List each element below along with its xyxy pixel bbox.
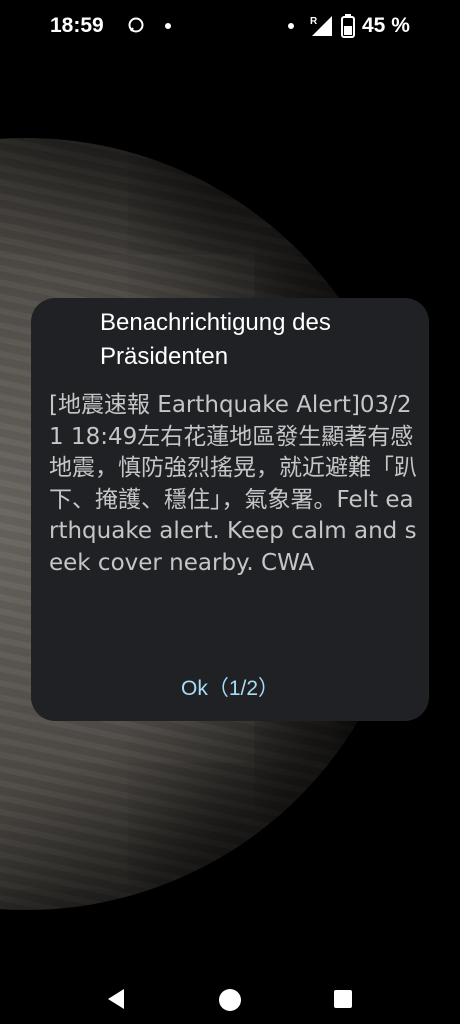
signal-icon: R	[310, 16, 332, 36]
status-bar: 18:59 R 45 %	[0, 0, 460, 52]
home-icon[interactable]	[219, 989, 241, 1011]
back-icon[interactable]	[106, 988, 126, 1010]
presidential-alert-dialog: Benachrichtigung des Präsidenten [地震速報 E…	[31, 298, 429, 721]
dialog-message: [地震速報 Earthquake Alert]03/21 18:49左右花蓮地區…	[49, 392, 417, 576]
ok-button[interactable]: Ok（1/2）	[31, 672, 429, 702]
status-time: 18:59	[50, 14, 104, 37]
battery-icon	[341, 14, 355, 38]
navigation-bar	[0, 964, 460, 1024]
recents-icon[interactable]	[334, 990, 352, 1008]
battery-percentage: 45 %	[362, 14, 410, 37]
notification-dot-icon	[288, 23, 294, 29]
message-icon	[128, 17, 144, 33]
dialog-title: Benachrichtigung des Präsidenten	[100, 309, 331, 370]
screen: 18:59 R 45 % Benachrichtigung des Präsid…	[0, 0, 460, 1024]
roaming-indicator: R	[310, 16, 318, 27]
notification-dot-icon	[165, 23, 171, 29]
